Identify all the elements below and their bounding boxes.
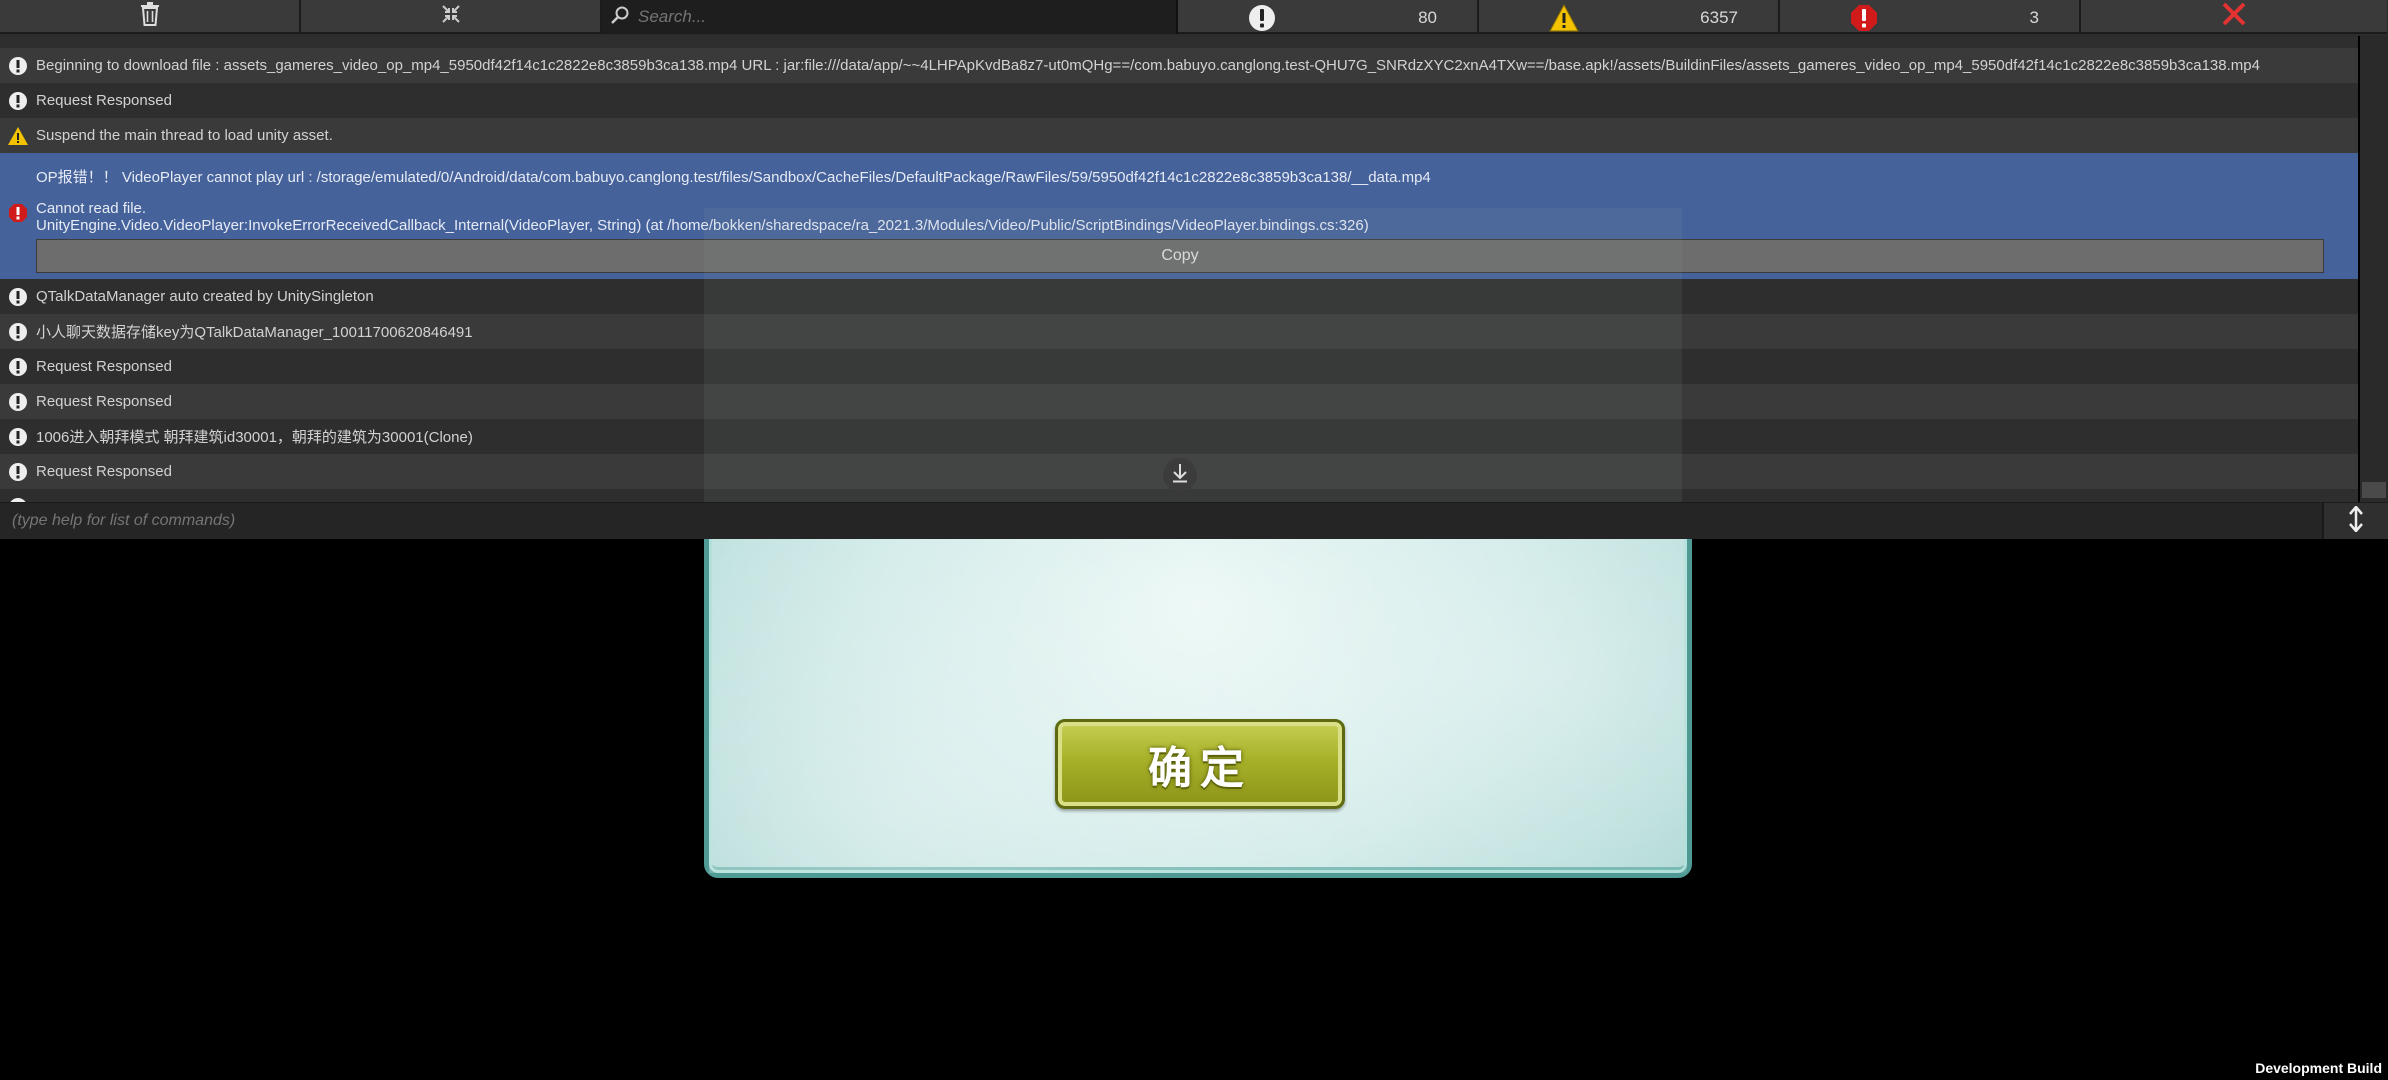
selected-log-entry[interactable]: OP报错！！ VideoPlayer cannot play url : /st…	[0, 153, 2358, 279]
info-icon	[0, 427, 36, 447]
warning-filter-button[interactable]: 6357	[1479, 0, 1780, 34]
trash-icon	[139, 1, 161, 31]
log-text: Request Responsed	[36, 393, 172, 410]
log-text: Beginning to download file : assets_game…	[36, 57, 2260, 74]
list-item[interactable]: Beginning to download file : assets_game…	[0, 48, 2358, 83]
list-item[interactable]: Request Responsed	[0, 349, 2358, 384]
resize-console-button[interactable]	[2322, 503, 2388, 539]
warning-icon	[0, 126, 36, 146]
command-bar	[0, 502, 2388, 539]
list-item[interactable]	[0, 36, 2358, 48]
search-icon	[610, 5, 630, 30]
info-icon	[0, 91, 36, 111]
console-toolbar: 80 6357 3	[0, 0, 2388, 36]
stack-trace: UnityEngine.Video.VideoPlayer:InvokeErro…	[36, 217, 1369, 234]
list-item[interactable]: 小人聊天数据存储key为QTalkDataManager_10011700620…	[0, 314, 2358, 349]
error-count: 3	[2029, 8, 2039, 27]
scrollbar-thumb[interactable]	[2362, 482, 2386, 498]
list-item[interactable]: QTalkDataManager auto created by UnitySi…	[0, 279, 2358, 314]
info-icon	[0, 357, 36, 377]
log-text: QTalkDataManager auto created by UnitySi…	[36, 288, 374, 305]
confirm-button[interactable]: 确定	[1055, 719, 1345, 809]
info-icon	[0, 462, 36, 482]
info-count: 80	[1418, 8, 1437, 27]
info-icon	[0, 322, 36, 342]
search-input[interactable]	[636, 6, 1160, 28]
log-text: 1006进入朝拜模式 朝拜建筑id30001，朝拜的建筑为30001(Clone…	[36, 429, 473, 446]
error-filter-button[interactable]: 3	[1780, 0, 2081, 34]
command-input[interactable]	[10, 511, 2324, 531]
download-arrow-icon	[1171, 463, 1189, 488]
log-list[interactable]: Beginning to download file : assets_game…	[0, 36, 2358, 502]
search-field[interactable]	[602, 0, 1178, 34]
resize-vertical-icon	[2349, 504, 2363, 537]
copy-button[interactable]: Copy	[36, 239, 2324, 273]
error-icon	[8, 203, 28, 227]
error-message: OP报错！！ VideoPlayer cannot play url : /st…	[36, 169, 1431, 186]
error-icon	[1850, 4, 1878, 37]
info-icon	[0, 392, 36, 412]
list-item[interactable]: 1006进入朝拜模式 朝拜建筑id30001，朝拜的建筑为30001(Clone…	[0, 419, 2358, 454]
log-text: Request Responsed	[36, 92, 172, 109]
error-detail: Cannot read file.	[36, 200, 147, 217]
info-icon	[1248, 4, 1276, 37]
warning-count: 6357	[1700, 8, 1738, 27]
log-text: 小人聊天数据存储key为QTalkDataManager_10011700620…	[36, 324, 473, 341]
list-item[interactable]: Suspend the main thread to load unity as…	[0, 118, 2358, 153]
list-item[interactable]: Request Responsed	[0, 384, 2358, 419]
collapse-icon	[441, 4, 461, 29]
close-icon	[2221, 1, 2247, 32]
log-text: Request Responsed	[36, 358, 172, 375]
log-text: Request Responsed	[36, 463, 172, 480]
list-item[interactable]: Request Responsed	[0, 83, 2358, 118]
log-text: Suspend the main thread to load unity as…	[36, 127, 333, 144]
clear-logs-button[interactable]	[0, 0, 301, 34]
info-icon	[0, 56, 36, 76]
info-filter-button[interactable]: 80	[1178, 0, 1479, 34]
collapse-button[interactable]	[301, 0, 602, 34]
debug-console: 80 6357 3	[0, 0, 2388, 539]
info-icon	[0, 287, 36, 307]
log-scrollbar[interactable]	[2360, 36, 2388, 502]
close-console-button[interactable]	[2081, 0, 2387, 34]
scroll-to-bottom-button[interactable]	[1163, 458, 1197, 492]
development-build-label: Development Build	[2255, 1060, 2382, 1076]
warning-icon	[1549, 3, 1579, 37]
